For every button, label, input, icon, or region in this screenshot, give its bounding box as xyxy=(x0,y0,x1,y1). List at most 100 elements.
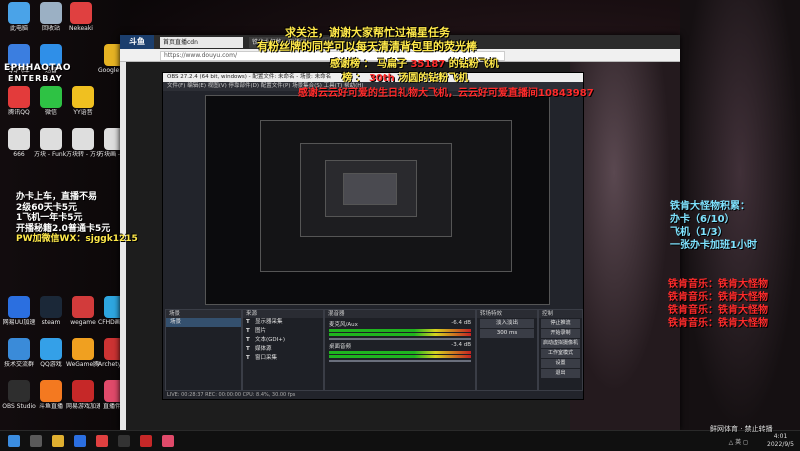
text-source-icon: T xyxy=(246,328,250,334)
clock[interactable]: 4:01 2022/9/5 xyxy=(767,433,794,449)
icon-label: QQ游戏 xyxy=(40,361,62,368)
audio-meter xyxy=(329,333,471,336)
icon-label: 网易游戏加速器 xyxy=(66,403,100,410)
desktop-icon-6[interactable]: 腾讯QQ xyxy=(2,86,36,116)
source-list: T 显示器采集 T 图片 T 文本(GDI+) T 媒体源 T 窗口采集 xyxy=(243,318,323,363)
app-icon xyxy=(72,296,94,318)
app-icon xyxy=(40,380,62,402)
desktop-icon-bottom-9[interactable]: 斗鱼直播 xyxy=(34,380,68,410)
transition-duration[interactable]: 300 ms xyxy=(480,329,534,338)
app-icon xyxy=(40,338,62,360)
app-icon xyxy=(72,86,94,108)
mixer-list: 麦克风/Aux -6.4 dB 桌面音频 -3.4 dB xyxy=(325,320,475,362)
transition-select[interactable]: 淡入淡出 xyxy=(480,319,534,328)
app-icon xyxy=(72,380,94,402)
desktop-icon-0[interactable]: 此电脑 xyxy=(2,2,36,32)
control-button[interactable]: 启动虚拟摄像机 xyxy=(541,339,580,348)
volume-slider[interactable] xyxy=(329,360,471,362)
control-button[interactable]: 开始录制 xyxy=(541,329,580,338)
control-button[interactable]: 停止推流 xyxy=(541,319,580,328)
mixer-track-db: -3.4 dB xyxy=(451,342,471,348)
desktop-icon-2[interactable]: Nekeaki xyxy=(64,2,98,32)
taskbar-live-icon[interactable] xyxy=(140,435,152,447)
icon-label: 技术交流群 xyxy=(3,361,34,368)
icon-label: steam xyxy=(41,319,61,326)
audio-meter xyxy=(329,355,471,358)
icon-label: 网易UU加速 xyxy=(2,319,36,326)
system-tray-icons[interactable]: △ 英 ◻ xyxy=(729,437,748,446)
icon-label: 方块 - Funk in space_n xyxy=(34,151,68,158)
left-info-1: 办卡上车，直播不易 xyxy=(16,192,98,202)
music-line-2: 铁肯音乐：铁肯大怪物 xyxy=(668,292,768,303)
desktop-icon-bottom-5[interactable]: QQ游戏 xyxy=(34,338,68,368)
browser-tab-1[interactable]: 首页直播cdn xyxy=(160,36,243,48)
browser-logo[interactable]: 斗鱼 xyxy=(120,35,154,49)
icon-label: 回收站 xyxy=(41,25,60,32)
left-info-2: 2级60天卡5元 xyxy=(16,202,78,213)
obs-window: OBS 27.2.4 (64 bit, windows) - 配置文件: 未命名… xyxy=(162,72,584,400)
music-line-1: 铁肯音乐：铁肯大怪物 xyxy=(668,279,768,290)
file-explorer-icon[interactable] xyxy=(52,435,64,447)
desktop-icon-1[interactable]: 回收站 xyxy=(34,2,68,32)
mixer-panel: 混音器 麦克风/Aux -6.4 dB 桌面音频 -3.4 dB xyxy=(324,309,476,391)
taskbar-obs-icon[interactable] xyxy=(118,435,130,447)
volume-slider[interactable] xyxy=(329,338,471,340)
desktop-icon-bottom-10[interactable]: 网易游戏加速器 xyxy=(66,380,100,410)
rank-text: 30th xyxy=(368,73,395,84)
left-info-block: 办卡上车，直播不易 2级60天卡5元 1飞机一年卡5元 开播秘籍2.0普通卡5元… xyxy=(16,192,138,245)
transitions-panel: 转场特效 淡入淡出 300 ms xyxy=(476,309,538,391)
source-item[interactable]: T 窗口采集 xyxy=(243,354,323,363)
right-progress-2: 飞机（1/3） xyxy=(670,227,728,238)
icon-label: YY语音 xyxy=(73,109,93,116)
audio-meter xyxy=(329,351,471,354)
overlay-line2: 有粉丝牌的同学可以每天清清背包里的荧光棒 xyxy=(257,40,477,53)
source-label: 图片 xyxy=(255,328,267,334)
mixer-track: 桌面音频 -3.4 dB xyxy=(325,342,475,362)
desktop-icon-7[interactable]: 微信 xyxy=(34,86,68,116)
control-button[interactable]: 工作室模式 xyxy=(541,349,580,358)
source-item[interactable]: T 文本(GDI+) xyxy=(243,336,323,345)
search-icon[interactable] xyxy=(30,435,42,447)
taskbar-chrome-icon[interactable] xyxy=(96,435,108,447)
obs-status-bar: LIVE: 00:28:37 REC: 00:00:00 CPU: 8.4%, … xyxy=(167,392,296,398)
text-source-icon: T xyxy=(246,337,250,343)
rank-row: 榜 ： 30th 汤圆的钻粉飞机 xyxy=(342,69,468,84)
icon-label: wegame xyxy=(70,319,96,326)
source-item[interactable]: T 媒体源 xyxy=(243,345,323,354)
desktop-icon-bottom-1[interactable]: steam xyxy=(34,296,68,326)
controls-title: 控制 xyxy=(539,310,582,318)
mixer-track-label: 桌面音频 xyxy=(329,344,352,350)
taskbar-app-icon[interactable] xyxy=(74,435,86,447)
desktop-icon-bottom-8[interactable]: OBS Studio xyxy=(2,380,36,410)
desktop-icon-bottom-6[interactable]: WeGame腾讯 xyxy=(66,338,100,368)
obs-preview xyxy=(205,95,550,305)
source-item[interactable]: T 图片 xyxy=(243,327,323,336)
browser-side-strip xyxy=(120,62,126,430)
control-button[interactable]: 退出 xyxy=(541,369,580,378)
music-line-3: 铁肯音乐：铁肯大怪物 xyxy=(668,305,768,316)
start-button[interactable] xyxy=(8,435,20,447)
control-button[interactable]: 设置 xyxy=(541,359,580,368)
icon-label: 斗鱼直播 xyxy=(38,403,63,410)
source-item[interactable]: T 显示器采集 xyxy=(243,318,323,327)
desktop-icon-8[interactable]: YY语音 xyxy=(66,86,100,116)
desktop-icon-bottom-4[interactable]: 技术交流群 xyxy=(2,338,36,368)
scene-item[interactable]: 场景 xyxy=(166,318,241,327)
desktop-icon-9[interactable]: 666 xyxy=(2,128,36,158)
app-icon xyxy=(8,128,30,150)
desktop-icon-bottom-0[interactable]: 网易UU加速 xyxy=(2,296,36,326)
left-info-5: PW加微信WX：sjggk1215 xyxy=(16,234,138,244)
desktop-icon-bottom-2[interactable]: wegame xyxy=(66,296,100,326)
audio-meter xyxy=(329,329,471,332)
source-label: 显示器采集 xyxy=(255,319,283,325)
icon-label: 方块转 - 方块画 xyxy=(66,151,100,158)
right-progress-title: 铁肯大怪物积累： xyxy=(670,201,750,212)
app-icon xyxy=(40,2,62,24)
stream-side-art xyxy=(570,62,680,430)
taskbar-stream-icon[interactable] xyxy=(162,435,174,447)
corner-watermark: 鲜网体育 · 禁止转播 xyxy=(710,425,773,433)
desktop-icon-10[interactable]: 方块 - Funk in space_n xyxy=(34,128,68,158)
desktop-icon-11[interactable]: 方块转 - 方块画 xyxy=(66,128,100,158)
mixer-title: 混音器 xyxy=(325,310,475,318)
sources-title: 来源 xyxy=(243,310,323,318)
